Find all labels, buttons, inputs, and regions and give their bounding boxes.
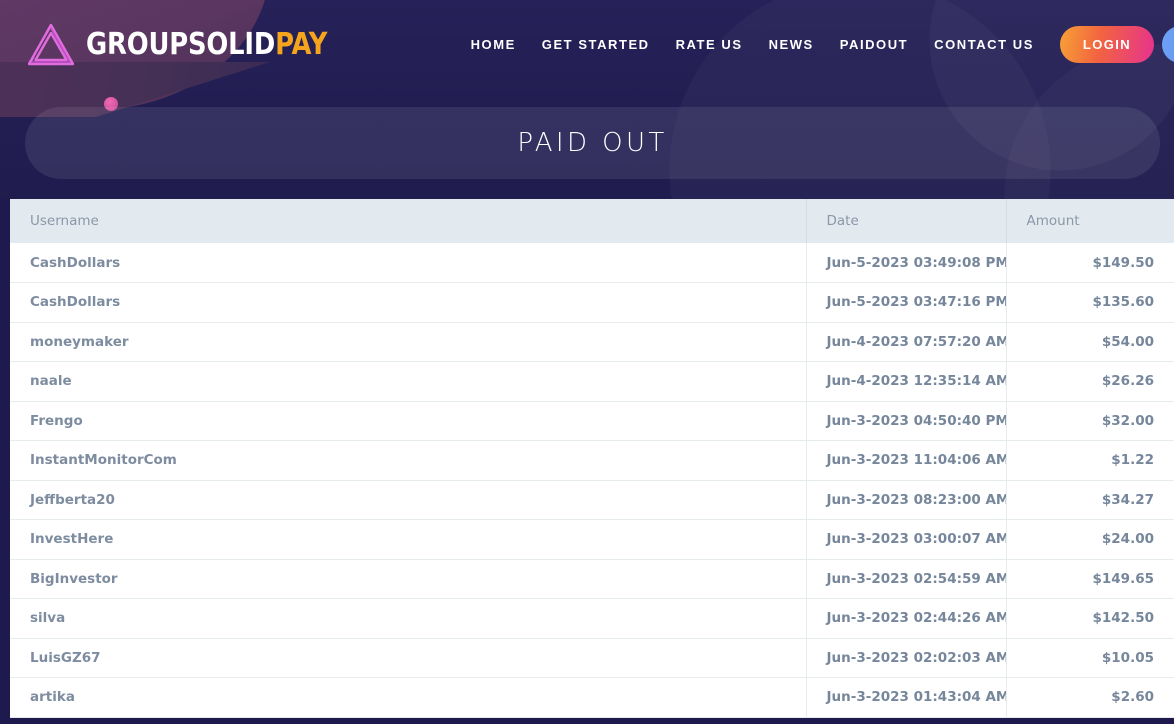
table-row[interactable]: InvestHere Jun-3-2023 03:00:07 AM $24.00 [10,519,1174,560]
cell-date: Jun-3-2023 02:02:03 AM [806,638,1007,678]
cell-amount: $142.50 [1006,598,1174,639]
cell-amount: $149.65 [1006,559,1174,599]
cell-username: Jeffberta20 [10,480,807,520]
penrose-triangle-icon [25,21,77,69]
cell-amount: $26.26 [1006,361,1174,402]
cell-username: silva [10,598,807,639]
brand-logo[interactable]: GROUPSOLIDPAY [25,21,367,69]
cell-username: naale [10,361,807,402]
brand-name-accent: PAY [275,26,328,62]
table-row[interactable]: Jeffberta20 Jun-3-2023 08:23:00 AM $34.2… [10,480,1174,520]
table-row[interactable]: Frengo Jun-3-2023 04:50:40 PM $32.00 [10,401,1174,441]
page-root: GROUPSOLIDPAY HOME GET STARTED RATE US N… [0,0,1174,724]
table-row[interactable]: moneymaker Jun-4-2023 07:57:20 AM $54.00 [10,322,1174,362]
cell-amount: $149.50 [1006,243,1174,283]
nav-item-news[interactable]: NEWS [769,37,814,52]
table-row[interactable]: artika Jun-3-2023 01:43:04 AM $2.60 [10,677,1174,718]
nav-item-contact-us[interactable]: CONTACT US [934,37,1034,52]
auth-buttons: LOGIN SIGNUP [1059,26,1174,63]
cell-username: artika [10,677,807,718]
column-header-amount[interactable]: Amount [1006,199,1174,243]
table-row[interactable]: InstantMonitorCom Jun-3-2023 11:04:06 AM… [10,440,1174,481]
login-button[interactable]: LOGIN [1059,26,1155,63]
table-row[interactable]: BigInvestor Jun-3-2023 02:54:59 AM $149.… [10,559,1174,599]
cell-amount: $1.22 [1006,440,1174,481]
brand-name-light: GROUPSOLID [86,26,276,62]
nav-item-rate-us[interactable]: RATE US [676,37,743,52]
cell-amount: $135.60 [1006,282,1174,323]
cell-amount: $24.00 [1006,519,1174,560]
table-row[interactable]: LuisGZ67 Jun-3-2023 02:02:03 AM $10.05 [10,638,1174,678]
table-row[interactable]: naale Jun-4-2023 12:35:14 AM $26.26 [10,361,1174,402]
table-row[interactable]: CashDollars Jun-5-2023 03:47:16 PM $135.… [10,282,1174,323]
column-header-username[interactable]: Username [10,199,807,243]
column-header-date[interactable]: Date [806,199,1007,243]
page-title-banner: PAID OUT [25,107,1160,179]
cell-username: InstantMonitorCom [10,440,807,481]
cell-username: Frengo [10,401,807,441]
table-header: Username Date Amount [10,199,1174,243]
site-header: GROUPSOLIDPAY HOME GET STARTED RATE US N… [0,0,1174,199]
brand-wordmark: GROUPSOLIDPAY [86,26,328,62]
cell-date: Jun-3-2023 01:43:04 AM [806,677,1007,718]
table-row[interactable]: silva Jun-3-2023 02:44:26 AM $142.50 [10,598,1174,639]
cell-date: Jun-3-2023 11:04:06 AM [806,440,1007,481]
table-header-row: Username Date Amount [10,199,1174,243]
cell-amount: $54.00 [1006,322,1174,362]
cell-username: InvestHere [10,519,807,560]
cell-username: moneymaker [10,322,807,362]
signup-button[interactable]: SIGNUP [1162,26,1174,63]
table-body: CashDollars Jun-5-2023 03:49:08 PM $149.… [10,243,1174,718]
cell-date: Jun-3-2023 03:00:07 AM [806,519,1007,560]
main-navigation: HOME GET STARTED RATE US NEWS PAIDOUT CO… [471,37,1034,52]
cell-date: Jun-5-2023 03:49:08 PM [806,243,1007,283]
nav-item-paidout[interactable]: PAIDOUT [840,37,908,52]
cell-date: Jun-3-2023 02:54:59 AM [806,559,1007,599]
nav-item-home[interactable]: HOME [471,37,516,52]
cell-date: Jun-3-2023 02:44:26 AM [806,598,1007,639]
nav-item-get-started[interactable]: GET STARTED [542,37,650,52]
navbar: GROUPSOLIDPAY HOME GET STARTED RATE US N… [0,0,1174,89]
cell-amount: $34.27 [1006,480,1174,520]
cell-date: Jun-3-2023 08:23:00 AM [806,480,1007,520]
paidout-table: Username Date Amount CashDollars Jun-5-2… [10,199,1174,718]
table-row[interactable]: CashDollars Jun-5-2023 03:49:08 PM $149.… [10,243,1174,283]
cell-username: CashDollars [10,282,807,323]
cell-amount: $2.60 [1006,677,1174,718]
cell-amount: $10.05 [1006,638,1174,678]
cell-username: BigInvestor [10,559,807,599]
cell-date: Jun-4-2023 12:35:14 AM [806,361,1007,402]
cell-date: Jun-4-2023 07:57:20 AM [806,322,1007,362]
cell-username: CashDollars [10,243,807,283]
cell-date: Jun-5-2023 03:47:16 PM [806,282,1007,323]
cell-date: Jun-3-2023 04:50:40 PM [806,401,1007,441]
cell-username: LuisGZ67 [10,638,807,678]
cell-amount: $32.00 [1006,401,1174,441]
page-title: PAID OUT [517,128,668,158]
paidout-table-container: Username Date Amount CashDollars Jun-5-2… [0,199,1174,724]
